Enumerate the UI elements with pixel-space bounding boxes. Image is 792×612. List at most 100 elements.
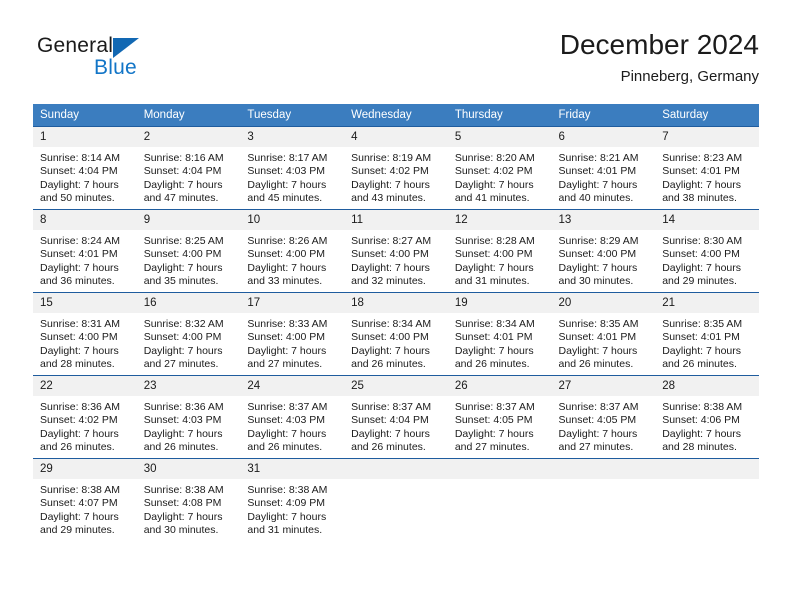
- sunrise-text: Sunrise: 8:37 AM: [351, 401, 432, 413]
- day-number: 18: [344, 293, 448, 313]
- day-number: 24: [240, 376, 345, 396]
- day-cell[interactable]: 1 Sunrise: 8:14 AM Sunset: 4:04 PM Daylight…: [33, 126, 137, 210]
- day-number: 22: [33, 376, 137, 396]
- day-number: 28: [655, 376, 759, 396]
- day-cell[interactable]: 22 Sunrise: 8:36 AM Sunset: 4:02 PM Dayligh…: [33, 375, 137, 459]
- day-number: 4: [344, 127, 448, 147]
- generalblue-logo: General Blue: [37, 34, 217, 86]
- daylight-text-line2: and 43 minutes.: [351, 191, 426, 204]
- day-cell[interactable]: 14 Sunrise: 8:30 AM Sunset: 4:00 PM Dayligh…: [655, 209, 759, 293]
- day-number: 12: [447, 210, 552, 230]
- day-cell[interactable]: 11 Sunrise: 8:27 AM Sunset: 4:00 PM Dayligh…: [344, 209, 448, 293]
- calendar-week-row: 8 Sunrise: 8:24 AM Sunset: 4:01 PM Daylight…: [33, 209, 759, 293]
- daylight-text-line1: Daylight: 7 hours: [143, 510, 223, 523]
- daylight-text-line1: Daylight: 7 hours: [40, 344, 119, 357]
- day-cell[interactable]: 2 Sunrise: 8:16 AM Sunset: 4:04 PM Daylight…: [136, 126, 241, 210]
- daylight-text-line2: and 27 minutes.: [143, 357, 219, 370]
- day-cell[interactable]: 24 Sunrise: 8:37 AM Sunset: 4:03 PM Dayligh…: [240, 375, 345, 459]
- sunset-text: Sunset: 4:00 PM: [351, 248, 429, 261]
- daylight-text-line2: and 45 minutes.: [247, 191, 323, 204]
- day-cell[interactable]: 17 Sunrise: 8:33 AM Sunset: 4:00 PM Dayligh…: [240, 292, 345, 376]
- day-details: [552, 479, 656, 484]
- day-cell[interactable]: 12 Sunrise: 8:28 AM Sunset: 4:00 PM Dayligh…: [447, 209, 552, 293]
- weekday-header-wednesday: Wednesday: [344, 104, 448, 127]
- day-cell[interactable]: 13 Sunrise: 8:29 AM Sunset: 4:00 PM Dayligh…: [551, 209, 656, 293]
- day-details: Sunrise: 8:27 AM Sunset: 4:00 PM Daylight:…: [344, 230, 448, 288]
- day-details: Sunrise: 8:14 AM Sunset: 4:04 PM Daylight:…: [33, 147, 137, 205]
- daylight-text-line1: Daylight: 7 hours: [247, 510, 327, 523]
- daylight-text-line2: and 26 minutes.: [247, 440, 323, 453]
- sunrise-text: Sunrise: 8:32 AM: [143, 318, 224, 330]
- daylight-text-line2: and 29 minutes.: [40, 523, 115, 536]
- day-cell[interactable]: 23 Sunrise: 8:36 AM Sunset: 4:03 PM Dayligh…: [136, 375, 241, 459]
- daylight-text-line1: Daylight: 7 hours: [558, 344, 638, 357]
- day-cell[interactable]: 6 Sunrise: 8:21 AM Sunset: 4:01 PM Daylight…: [551, 126, 656, 210]
- daylight-text-line2: and 27 minutes.: [558, 440, 634, 453]
- day-number: 9: [136, 210, 241, 230]
- day-number: 3: [240, 127, 345, 147]
- day-cell[interactable]: 19 Sunrise: 8:34 AM Sunset: 4:01 PM Dayligh…: [447, 292, 552, 376]
- day-cell-empty: [655, 458, 759, 541]
- day-cell[interactable]: 21 Sunrise: 8:35 AM Sunset: 4:01 PM Dayligh…: [655, 292, 759, 376]
- title-block: December 2024 Pinneberg, Germany: [560, 28, 759, 88]
- day-cell[interactable]: 29 Sunrise: 8:38 AM Sunset: 4:07 PM Dayligh…: [33, 458, 137, 541]
- day-details: Sunrise: 8:20 AM Sunset: 4:02 PM Daylight:…: [448, 147, 552, 205]
- day-details: Sunrise: 8:37 AM Sunset: 4:05 PM Daylight:…: [448, 396, 552, 454]
- day-cell[interactable]: 27 Sunrise: 8:37 AM Sunset: 4:05 PM Dayligh…: [551, 375, 656, 459]
- day-cell[interactable]: 20 Sunrise: 8:35 AM Sunset: 4:01 PM Dayligh…: [551, 292, 656, 376]
- sunrise-text: Sunrise: 8:17 AM: [247, 152, 328, 164]
- calendar-table: Sunday Monday Tuesday Wednesday Thursday…: [33, 104, 759, 541]
- calendar-week-row: 29 Sunrise: 8:38 AM Sunset: 4:07 PM Dayligh…: [33, 458, 759, 541]
- day-cell[interactable]: 8 Sunrise: 8:24 AM Sunset: 4:01 PM Daylight…: [33, 209, 137, 293]
- day-cell[interactable]: 15 Sunrise: 8:31 AM Sunset: 4:00 PM Dayligh…: [33, 292, 137, 376]
- day-details: Sunrise: 8:30 AM Sunset: 4:00 PM Daylight:…: [655, 230, 759, 288]
- day-cell[interactable]: 5 Sunrise: 8:20 AM Sunset: 4:02 PM Daylight…: [447, 126, 552, 210]
- daylight-text-line1: Daylight: 7 hours: [662, 427, 742, 440]
- day-cell[interactable]: 30 Sunrise: 8:38 AM Sunset: 4:08 PM Dayligh…: [136, 458, 241, 541]
- day-cell[interactable]: 16 Sunrise: 8:32 AM Sunset: 4:00 PM Dayligh…: [136, 292, 241, 376]
- day-details: Sunrise: 8:28 AM Sunset: 4:00 PM Daylight:…: [448, 230, 552, 288]
- sunrise-text: Sunrise: 8:29 AM: [558, 235, 639, 247]
- sunrise-text: Sunrise: 8:38 AM: [40, 484, 120, 496]
- day-cell[interactable]: 31 Sunrise: 8:38 AM Sunset: 4:09 PM Dayligh…: [240, 458, 345, 541]
- day-cell[interactable]: 18 Sunrise: 8:34 AM Sunset: 4:00 PM Dayligh…: [344, 292, 448, 376]
- day-number: 15: [33, 293, 137, 313]
- daylight-text-line2: and 33 minutes.: [247, 274, 323, 287]
- sunset-text: Sunset: 4:04 PM: [40, 165, 118, 178]
- day-cell[interactable]: 7 Sunrise: 8:23 AM Sunset: 4:01 PM Daylight…: [655, 126, 759, 210]
- daylight-text-line1: Daylight: 7 hours: [558, 178, 638, 191]
- weekday-header-tuesday: Tuesday: [240, 104, 345, 127]
- daylight-text-line1: Daylight: 7 hours: [351, 344, 430, 357]
- daylight-text-line2: and 35 minutes.: [143, 274, 219, 287]
- daylight-text-line2: and 28 minutes.: [40, 357, 115, 370]
- daylight-text-line1: Daylight: 7 hours: [662, 261, 742, 274]
- sunrise-text: Sunrise: 8:37 AM: [247, 401, 328, 413]
- daylight-text-line2: and 29 minutes.: [662, 274, 737, 287]
- day-cell[interactable]: 28 Sunrise: 8:38 AM Sunset: 4:06 PM Dayligh…: [655, 375, 759, 459]
- day-number: 30: [136, 459, 241, 479]
- day-number: 11: [344, 210, 448, 230]
- day-details: [344, 479, 448, 484]
- daylight-text-line1: Daylight: 7 hours: [454, 261, 534, 274]
- weekday-header-friday: Friday: [551, 104, 656, 127]
- day-number: 25: [344, 376, 448, 396]
- day-cell[interactable]: 26 Sunrise: 8:37 AM Sunset: 4:05 PM Dayligh…: [447, 375, 552, 459]
- day-number: 19: [447, 293, 552, 313]
- day-cell[interactable]: 10 Sunrise: 8:26 AM Sunset: 4:00 PM Dayligh…: [240, 209, 345, 293]
- day-details: Sunrise: 8:19 AM Sunset: 4:02 PM Daylight:…: [344, 147, 448, 205]
- calendar-body: 1 Sunrise: 8:14 AM Sunset: 4:04 PM Daylight…: [33, 126, 759, 541]
- sunrise-text: Sunrise: 8:38 AM: [143, 484, 224, 496]
- sunset-text: Sunset: 4:01 PM: [454, 331, 533, 344]
- daylight-text-line2: and 31 minutes.: [454, 274, 530, 287]
- day-cell[interactable]: 9 Sunrise: 8:25 AM Sunset: 4:00 PM Daylight…: [136, 209, 241, 293]
- day-details: Sunrise: 8:16 AM Sunset: 4:04 PM Daylight:…: [137, 147, 241, 205]
- day-cell[interactable]: 4 Sunrise: 8:19 AM Sunset: 4:02 PM Daylight…: [344, 126, 448, 210]
- daylight-text-line1: Daylight: 7 hours: [662, 178, 742, 191]
- sunrise-text: Sunrise: 8:36 AM: [143, 401, 224, 413]
- sunset-text: Sunset: 4:02 PM: [40, 414, 118, 427]
- sunrise-text: Sunrise: 8:30 AM: [662, 235, 743, 247]
- day-details: Sunrise: 8:35 AM Sunset: 4:01 PM Daylight:…: [655, 313, 759, 371]
- day-cell[interactable]: 25 Sunrise: 8:37 AM Sunset: 4:04 PM Dayligh…: [344, 375, 448, 459]
- daylight-text-line1: Daylight: 7 hours: [247, 261, 327, 274]
- day-cell[interactable]: 3 Sunrise: 8:17 AM Sunset: 4:03 PM Daylight…: [240, 126, 345, 210]
